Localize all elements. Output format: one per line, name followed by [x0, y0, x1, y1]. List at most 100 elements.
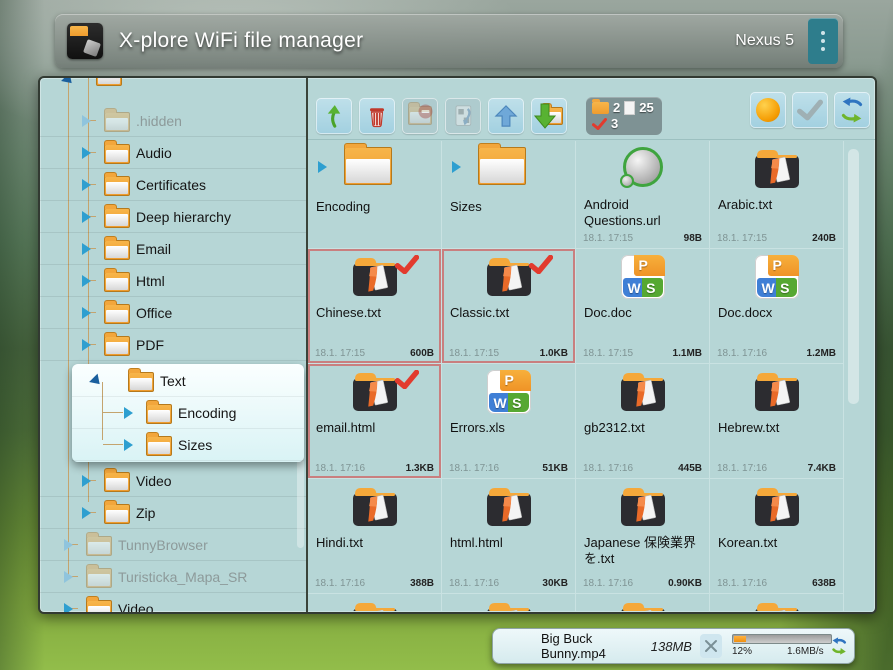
- red-check-icon: [592, 118, 607, 130]
- file-date: 18.1. 17:16: [717, 578, 767, 589]
- tree-item-deep-hierarchy[interactable]: Deep hierarchy: [40, 201, 306, 233]
- file-name: Classic.txt: [450, 305, 569, 321]
- tree-item-hidden[interactable]: .hidden: [40, 105, 306, 137]
- tree-item-tunnybrowser[interactable]: TunnyBrowser: [40, 529, 306, 561]
- expand-arrow-icon[interactable]: [64, 539, 73, 551]
- grid-file-partial[interactable]: [308, 594, 442, 612]
- go-up-button[interactable]: [316, 98, 352, 134]
- expand-arrow-icon[interactable]: [124, 439, 133, 451]
- rename-doc-icon: [449, 102, 477, 130]
- red-check-icon: [395, 370, 419, 389]
- expand-arrow-icon[interactable]: [82, 147, 91, 159]
- kebab-dot: [821, 39, 825, 43]
- tree-item-label: Office: [136, 305, 172, 321]
- grid-file-email-selected[interactable]: email.html 18.1. 17:161.3KB: [308, 364, 442, 479]
- tree-item-html[interactable]: Html: [40, 265, 306, 297]
- expand-arrow-icon[interactable]: [64, 571, 73, 583]
- tree-item-video[interactable]: Video: [40, 465, 306, 497]
- grid-file-arabic[interactable]: Arabic.txt 18.1. 17:15240B: [710, 141, 844, 249]
- download-zip-button[interactable]: [531, 98, 567, 134]
- txt-file-icon: [620, 600, 666, 612]
- new-folder-button-disabled[interactable]: [402, 98, 438, 134]
- grid-file-chinese-selected[interactable]: Chinese.txt 18.1. 17:15600B: [308, 249, 442, 364]
- kebab-menu-button[interactable]: [808, 18, 838, 64]
- collapse-arrow-icon[interactable]: [89, 373, 104, 388]
- tree-item-parent-partial[interactable]: [40, 78, 306, 105]
- tree-item-text-current[interactable]: Text: [72, 365, 304, 397]
- delete-button[interactable]: [359, 98, 395, 134]
- grid-file-partial[interactable]: [710, 594, 844, 612]
- file-size: 240B: [812, 233, 836, 244]
- transfer-filesize: 138MB: [651, 639, 692, 654]
- grid-file-doc-docx[interactable]: P W S Doc.docx 18.1. 17:161.2MB: [710, 249, 844, 364]
- tree-item-certificates[interactable]: Certificates: [40, 169, 306, 201]
- transfer-progress: 12% 1.6MB/s: [732, 633, 824, 659]
- tree-item-audio[interactable]: Audio: [40, 137, 306, 169]
- expand-arrow-icon[interactable]: [82, 339, 91, 351]
- expand-arrow-icon[interactable]: [82, 307, 91, 319]
- folder-icon: [478, 147, 526, 185]
- select-mode-button[interactable]: [792, 92, 828, 128]
- grid-folder-encoding[interactable]: Encoding: [308, 141, 442, 249]
- progress-percent: 12%: [732, 646, 752, 657]
- grid-file-classic-selected[interactable]: Classic.txt 18.1. 17:151.0KB: [442, 249, 576, 364]
- file-date: 18.1. 17:16: [315, 578, 365, 589]
- tree-item-video-root[interactable]: Video: [40, 593, 306, 612]
- app-logo-icon: [67, 23, 103, 59]
- expand-arrow-icon[interactable]: [82, 211, 91, 223]
- progress-track: [732, 634, 832, 644]
- file-meta: 18.1. 17:160.90KB: [583, 578, 702, 589]
- tree-item-pdf[interactable]: PDF: [40, 329, 306, 361]
- expand-arrow-icon[interactable]: [82, 275, 91, 287]
- expand-arrow-icon[interactable]: [82, 507, 91, 519]
- tree-item-turisticka-mapa[interactable]: Turisticka_Mapa_SR: [40, 561, 306, 593]
- folder-icon: [104, 304, 130, 324]
- txt-file-icon: [754, 485, 800, 527]
- file-date: 18.1. 17:16: [449, 578, 499, 589]
- file-size: 1.3KB: [406, 463, 434, 474]
- file-size: 1.0KB: [540, 348, 568, 359]
- grid-file-korean[interactable]: Korean.txt 18.1. 17:16638B: [710, 479, 844, 594]
- expand-arrow-icon[interactable]: [82, 179, 91, 191]
- grid-scrollbar-track[interactable]: [844, 141, 875, 612]
- grid-file-errors-xls[interactable]: P W S Errors.xls 18.1. 17:1651KB: [442, 364, 576, 479]
- grid-file-partial[interactable]: [576, 594, 710, 612]
- hidden-toggle-button[interactable]: [750, 92, 786, 128]
- file-date: 18.1. 17:16: [583, 463, 633, 474]
- expand-arrow-icon[interactable]: [64, 603, 73, 613]
- expand-arrow-icon[interactable]: [82, 115, 91, 127]
- refresh-button[interactable]: [834, 92, 870, 128]
- tree-item-label: Encoding: [178, 405, 236, 421]
- expand-arrow-icon[interactable]: [82, 475, 91, 487]
- desktop-background: X-plore WiFi file manager Nexus 5 .hidde…: [0, 0, 893, 670]
- grid-file-android-questions[interactable]: Android Questions.url 18.1. 17:1598B: [576, 141, 710, 249]
- tree-item-sizes[interactable]: Sizes: [72, 429, 304, 461]
- expand-arrow-icon[interactable]: [82, 243, 91, 255]
- rename-button-disabled[interactable]: [445, 98, 481, 134]
- file-size: 0.90KB: [668, 578, 702, 589]
- file-date: 18.1. 17:16: [449, 463, 499, 474]
- folder-icon: [96, 78, 122, 86]
- tree-item-email[interactable]: Email: [40, 233, 306, 265]
- app-title: X-plore WiFi file manager: [119, 29, 363, 53]
- grid-file-gb2312[interactable]: gb2312.txt 18.1. 17:16445B: [576, 364, 710, 479]
- grid-file-html[interactable]: html.html 18.1. 17:1630KB: [442, 479, 576, 594]
- orange-ball-icon: [756, 98, 780, 122]
- grid-folder-sizes[interactable]: Sizes: [442, 141, 576, 249]
- file-date: 18.1. 17:16: [315, 463, 365, 474]
- expand-arrow-icon[interactable]: [124, 407, 133, 419]
- grid-file-hindi[interactable]: Hindi.txt 18.1. 17:16388B: [308, 479, 442, 594]
- tree-item-label: Turisticka_Mapa_SR: [118, 569, 247, 585]
- grid-file-partial[interactable]: [442, 594, 576, 612]
- upload-button[interactable]: [488, 98, 524, 134]
- grid-file-hebrew[interactable]: Hebrew.txt 18.1. 17:167.4KB: [710, 364, 844, 479]
- tree-item-encoding[interactable]: Encoding: [72, 397, 304, 429]
- file-name: Korean.txt: [718, 535, 837, 551]
- grid-file-japanese[interactable]: Japanese 保険業界を.txt 18.1. 17:160.90KB: [576, 479, 710, 594]
- grid-file-doc-doc[interactable]: P W S Doc.doc 18.1. 17:151.1MB: [576, 249, 710, 364]
- file-size: 388B: [410, 578, 434, 589]
- tree-item-office[interactable]: Office: [40, 297, 306, 329]
- grid-scrollbar-thumb[interactable]: [848, 149, 859, 404]
- cancel-transfer-button[interactable]: [700, 634, 722, 658]
- tree-item-zip[interactable]: Zip: [40, 497, 306, 529]
